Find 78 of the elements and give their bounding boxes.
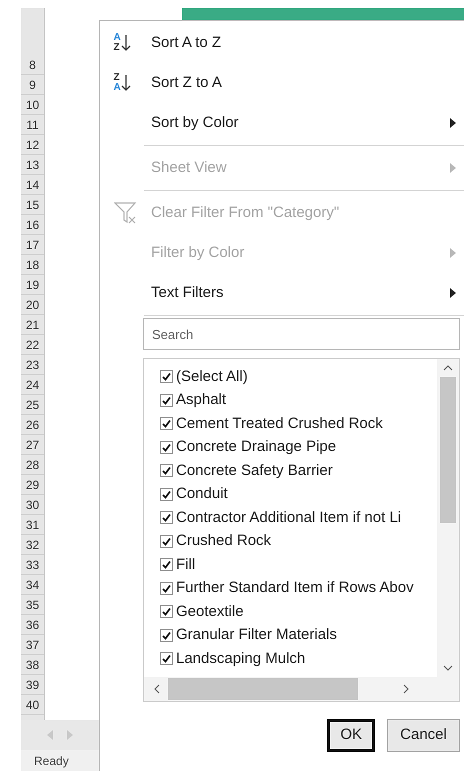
submenu-arrow-icon	[450, 118, 456, 128]
row-number: 38	[21, 655, 44, 675]
row-number: 32	[21, 535, 44, 555]
checkbox[interactable]	[160, 511, 173, 524]
scroll-down-icon[interactable]	[443, 665, 453, 671]
filter-option[interactable]: Fill	[176, 554, 196, 576]
filter-option[interactable]: Crushed Rock	[176, 530, 272, 552]
checkbox[interactable]	[160, 417, 173, 430]
menu-item[interactable]: Text Filters	[100, 273, 464, 313]
filter-option[interactable]: Contractor Additional Item if not Li	[176, 506, 402, 529]
checkbox[interactable]	[160, 582, 173, 595]
checkbox[interactable]	[160, 488, 173, 501]
filter-option[interactable]: Further Standard Item if Rows Abov	[176, 577, 414, 600]
checkbox[interactable]	[160, 440, 173, 454]
filter-option[interactable]: Concrete Safety Barrier	[176, 460, 333, 482]
row-number: 19	[21, 275, 44, 295]
row-number: 40	[21, 695, 44, 715]
row-number: 13	[21, 155, 44, 175]
row-number: 15	[21, 195, 44, 215]
row-number: 17	[21, 235, 44, 255]
scroll-right-icon[interactable]	[403, 684, 409, 694]
row-number: 27	[21, 435, 44, 455]
filter-option[interactable]: Concrete Drainage Pipe	[176, 436, 336, 458]
row-number: 33	[21, 555, 44, 575]
row-number: 14	[21, 175, 44, 195]
row-number: 11	[21, 115, 44, 135]
row-number: 31	[21, 515, 44, 535]
checkbox[interactable]	[160, 370, 173, 384]
row-number: 30	[21, 495, 44, 515]
row-number: 39	[21, 675, 44, 695]
submenu-arrow-icon	[450, 163, 456, 173]
row-number: 26	[21, 415, 44, 435]
row-number: 37	[21, 635, 44, 655]
checkbox[interactable]	[160, 394, 173, 407]
row-number: 20	[21, 295, 44, 315]
row-number: 29	[21, 475, 44, 495]
row-number: 25	[21, 395, 44, 415]
row-number: 34	[21, 575, 44, 595]
filter-option[interactable]: Cement Treated Crushed Rock	[176, 412, 383, 435]
row-number: 9	[21, 75, 44, 95]
clear-filter-icon	[114, 202, 138, 224]
row-number: 10	[21, 95, 44, 115]
checkbox[interactable]	[160, 464, 173, 478]
row-number: 35	[21, 595, 44, 615]
checkbox[interactable]	[160, 652, 173, 666]
menu-item[interactable]: Z A Sort Z to A	[100, 63, 464, 103]
checkbox[interactable]	[160, 558, 173, 572]
row-number: 8	[21, 55, 44, 75]
filter-option[interactable]: Conduit	[176, 483, 228, 506]
status-text: Ready	[34, 752, 69, 770]
checkbox[interactable]	[160, 628, 173, 642]
dialog-button[interactable]: Cancel	[387, 719, 460, 752]
menu-item[interactable]: A Z Sort A to Z	[100, 23, 464, 63]
row-number: 21	[21, 315, 44, 335]
checkbox[interactable]	[160, 605, 173, 618]
dialog-button[interactable]: OK	[327, 719, 375, 752]
filter-option[interactable]: Asphalt	[176, 389, 226, 412]
scrollbar-thumb[interactable]	[440, 377, 456, 523]
row-number: 36	[21, 615, 44, 635]
submenu-arrow-icon	[450, 248, 456, 258]
filter-option[interactable]: Geotextile	[176, 600, 244, 623]
menu-item[interactable]: Sort by Color	[100, 103, 464, 143]
filter-option[interactable]: (Select All)	[176, 366, 248, 388]
filter-option[interactable]: Granular Filter Materials	[176, 624, 337, 646]
row-number: 18	[21, 255, 44, 275]
row-number: 24	[21, 375, 44, 395]
row-number: 16	[21, 215, 44, 235]
checkbox[interactable]	[160, 534, 173, 548]
scroll-up-icon[interactable]	[443, 365, 453, 371]
scroll-left-icon[interactable]	[154, 684, 160, 694]
row-number: 12	[21, 135, 44, 155]
filter-option[interactable]: Landscaping Mulch	[176, 648, 306, 670]
search-field[interactable]: Search	[143, 318, 460, 350]
scrollbar-thumb[interactable]	[168, 678, 358, 700]
row-number: 23	[21, 355, 44, 375]
row-number: 22	[21, 335, 44, 355]
row-number: 28	[21, 455, 44, 475]
submenu-arrow-icon	[450, 288, 456, 298]
